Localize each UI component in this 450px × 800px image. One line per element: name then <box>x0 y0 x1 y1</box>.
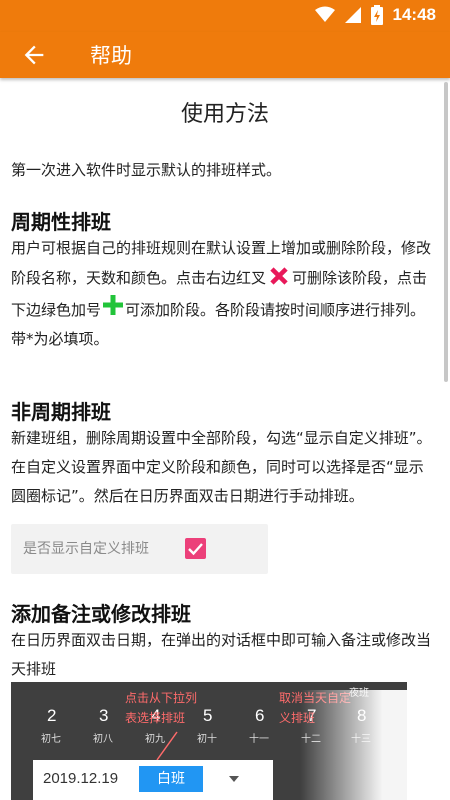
green-plus-icon <box>103 295 124 315</box>
lunar-date: 初八 <box>93 734 113 745</box>
check-icon <box>188 543 203 556</box>
status-icons: 14:48 <box>314 5 436 25</box>
section-heading-nonperiodic: 非周期排班 <box>11 400 111 424</box>
intro-text: 第一次进入软件时显示默认的排班样式。 <box>11 161 282 179</box>
battery-icon <box>370 5 383 25</box>
calendar-day: 6 <box>255 706 265 725</box>
app-bar: 帮助 <box>0 32 450 78</box>
page-header-title: 帮助 <box>90 44 132 68</box>
wifi-icon <box>314 6 335 22</box>
page-title: 使用方法 <box>180 102 269 127</box>
calendar-day: 3 <box>99 706 109 725</box>
section-heading-periodic: 周期性排班 <box>11 210 111 234</box>
section-text-periodic: 用户可根据自己的排班规则在默认设置上增加或删除阶段，修改阶段名称，天数和颜色。点… <box>11 239 432 348</box>
edit-shift-dialog: 2019.12.19 白班 <box>33 760 273 800</box>
lunar-date: 初十 <box>197 734 217 745</box>
signal-icon <box>344 7 361 23</box>
arrow-back-icon[interactable] <box>20 41 48 69</box>
status-bar: 14:48 <box>0 0 450 32</box>
checkbox-label: 是否显示自定义排班 <box>23 541 149 557</box>
section-heading-notes: 添加备注或修改排班 <box>11 602 191 626</box>
annotation-select-shift: 点击从下拉列表选择排班 <box>125 691 198 725</box>
section-text-notes: 在日历界面双击日期，在弹出的对话框中即可输入备注或修改当天排班 <box>11 631 432 678</box>
shift-select[interactable]: 白班 <box>139 766 203 792</box>
dialog-date: 2019.12.19 <box>43 770 119 787</box>
section-text-nonperiodic: 新建班组，删除周期设置中全部阶段，勾选“显示自定义排班”。在自定义设置界面中定义… <box>11 429 432 505</box>
red-cross-icon <box>270 267 288 285</box>
status-time: 14:48 <box>392 5 436 24</box>
annotation-arrow <box>156 731 178 761</box>
lunar-date: 初七 <box>41 734 61 745</box>
custom-shift-checkbox[interactable] <box>185 538 206 559</box>
chevron-down-icon[interactable] <box>229 776 239 782</box>
lunar-date: 十一 <box>249 734 269 745</box>
image-fade <box>300 690 450 800</box>
scrollbar[interactable] <box>444 82 448 382</box>
custom-shift-checkbox-row[interactable]: 是否显示自定义排班 <box>11 524 268 574</box>
calendar-day: 2 <box>47 706 57 725</box>
